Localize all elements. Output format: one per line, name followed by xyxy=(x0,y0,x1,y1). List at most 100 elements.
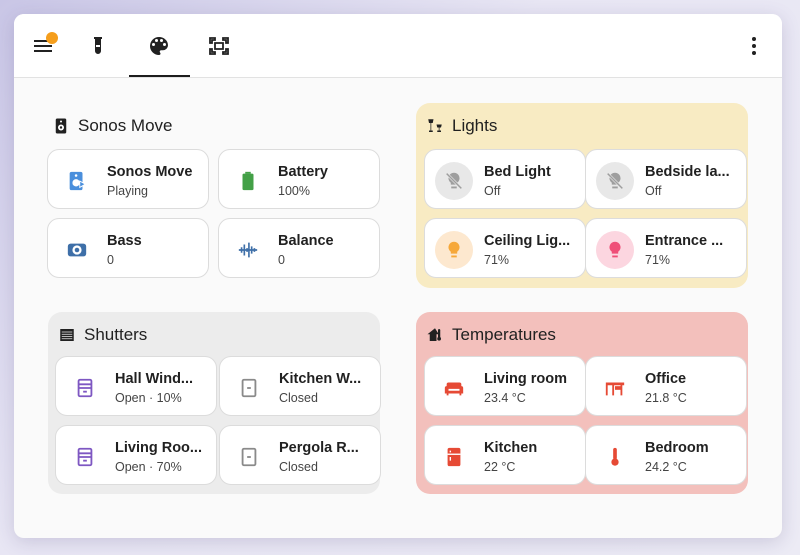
section-header: Sonos Move xyxy=(52,115,173,137)
card-balance[interactable]: Balance 0 xyxy=(218,218,380,278)
card-icon xyxy=(596,231,634,269)
speaker-play-icon xyxy=(69,171,87,191)
card-bed-light[interactable]: Bed Light Off xyxy=(424,149,586,209)
card-name: Battery xyxy=(278,164,328,180)
dashboard-window: Sonos Move Sonos Move Playing Battery 10… xyxy=(14,14,782,538)
card-icon xyxy=(435,369,473,407)
card-kitchen-window[interactable]: Kitchen W... Closed xyxy=(219,356,381,416)
card-hall-window[interactable]: Hall Wind... Open · 10% xyxy=(55,356,217,416)
waveform-icon xyxy=(238,242,258,258)
card-icon xyxy=(435,438,473,476)
card-name: Hall Wind... xyxy=(115,371,194,387)
desk-icon xyxy=(605,382,625,396)
card-bedside-lamp[interactable]: Bedside la... Off xyxy=(585,149,747,209)
card-bedroom-temp[interactable]: Bedroom 24.2 °C xyxy=(585,425,747,485)
card-name: Ceiling Lig... xyxy=(484,233,571,249)
fridge-icon xyxy=(447,447,461,467)
flask-icon xyxy=(94,37,102,54)
palette-icon xyxy=(150,37,168,55)
thermometer-icon xyxy=(611,447,619,466)
card-state: 21.8 °C xyxy=(645,391,687,405)
section-shutters: Shutters Hall Wind... Open · 10% Kitchen… xyxy=(48,312,381,494)
card-icon xyxy=(66,438,104,476)
section-header: Lights xyxy=(426,115,497,137)
card-name: Living room xyxy=(484,371,567,387)
card-state: 24.2 °C xyxy=(645,460,687,474)
card-icon xyxy=(66,369,104,407)
card-icon xyxy=(230,438,268,476)
section-title: Lights xyxy=(452,116,498,135)
lightbulb-off-icon xyxy=(606,172,624,190)
blinds-icon xyxy=(60,329,74,341)
card-battery[interactable]: Battery 100% xyxy=(218,149,380,209)
card-bass[interactable]: Bass 0 xyxy=(47,218,209,278)
card-state: 23.4 °C xyxy=(484,391,526,405)
card-pergola-roof[interactable]: Pergola R... Closed xyxy=(219,425,381,485)
card-icon xyxy=(229,231,267,269)
section-header: Shutters xyxy=(58,324,147,346)
card-name: Bedside la... xyxy=(645,164,730,180)
more-options-button[interactable] xyxy=(736,28,772,64)
card-state: Open · 70% xyxy=(115,460,182,474)
lightbulb-off-icon xyxy=(445,172,463,190)
battery-icon xyxy=(242,171,254,191)
card-state: 100% xyxy=(278,184,310,198)
card-entrance-light[interactable]: Entrance ... 71% xyxy=(585,218,747,278)
card-office-temp[interactable]: Office 21.8 °C xyxy=(585,356,747,416)
card-name: Living Roo... xyxy=(115,440,202,456)
card-state: Off xyxy=(645,184,662,198)
card-ceiling-light[interactable]: Ceiling Lig... 71% xyxy=(424,218,586,278)
bass-icon xyxy=(67,243,87,257)
card-name: Entrance ... xyxy=(645,233,724,249)
section-temperatures: Temperatures Living room 23.4 °C Office … xyxy=(416,312,748,494)
section-header: Temperatures xyxy=(426,324,556,346)
toolbar xyxy=(14,14,782,78)
card-icon xyxy=(58,231,96,269)
section-sonos: Sonos Move Sonos Move Playing Battery 10… xyxy=(40,103,380,288)
theme-tab[interactable] xyxy=(141,28,177,64)
card-icon xyxy=(58,162,96,200)
card-state: 0 xyxy=(107,253,114,267)
card-living-room-window[interactable]: Living Roo... Open · 70% xyxy=(55,425,217,485)
card-state: Closed xyxy=(279,391,318,405)
section-lights: Lights Bed Light Off Bedside la... Off C… xyxy=(416,103,748,288)
active-tab-indicator xyxy=(129,75,190,77)
card-name: Office xyxy=(645,371,687,387)
scan-button[interactable] xyxy=(201,28,237,64)
card-kitchen-temp[interactable]: Kitchen 22 °C xyxy=(424,425,586,485)
scan-icon xyxy=(209,37,229,55)
card-name: Kitchen W... xyxy=(279,371,362,387)
card-icon xyxy=(596,438,634,476)
card-icon xyxy=(229,162,267,200)
card-state: 22 °C xyxy=(484,460,516,474)
card-name: Pergola R... xyxy=(279,440,359,456)
more-vert-icon xyxy=(752,37,756,55)
card-name: Sonos Move xyxy=(107,164,193,180)
card-name: Balance xyxy=(278,233,334,249)
card-state: Closed xyxy=(279,460,318,474)
window-shutter-closed-icon xyxy=(241,447,257,467)
card-icon xyxy=(435,231,473,269)
card-state: Off xyxy=(484,184,501,198)
section-title: Shutters xyxy=(84,325,148,344)
card-sonos-move[interactable]: Sonos Move Playing xyxy=(47,149,209,209)
sofa-icon xyxy=(444,382,464,396)
card-state: 71% xyxy=(645,253,671,267)
card-icon xyxy=(230,369,268,407)
section-title: Sonos Move xyxy=(78,116,173,135)
speaker-icon xyxy=(55,118,67,134)
home-thermometer-icon xyxy=(427,328,441,341)
card-icon xyxy=(596,162,634,200)
card-living-room-temp[interactable]: Living room 23.4 °C xyxy=(424,356,586,416)
card-state: Open · 10% xyxy=(115,391,182,405)
card-icon xyxy=(596,369,634,407)
developer-tools-button[interactable] xyxy=(80,28,116,64)
card-name: Kitchen xyxy=(484,440,538,456)
notification-dot xyxy=(46,32,58,44)
section-title: Temperatures xyxy=(452,325,556,344)
lightbulb-icon xyxy=(609,241,621,258)
card-state: 0 xyxy=(278,253,285,267)
window-shutter-closed-icon xyxy=(241,378,257,398)
card-icon xyxy=(435,162,473,200)
card-name: Bed Light xyxy=(484,164,551,180)
